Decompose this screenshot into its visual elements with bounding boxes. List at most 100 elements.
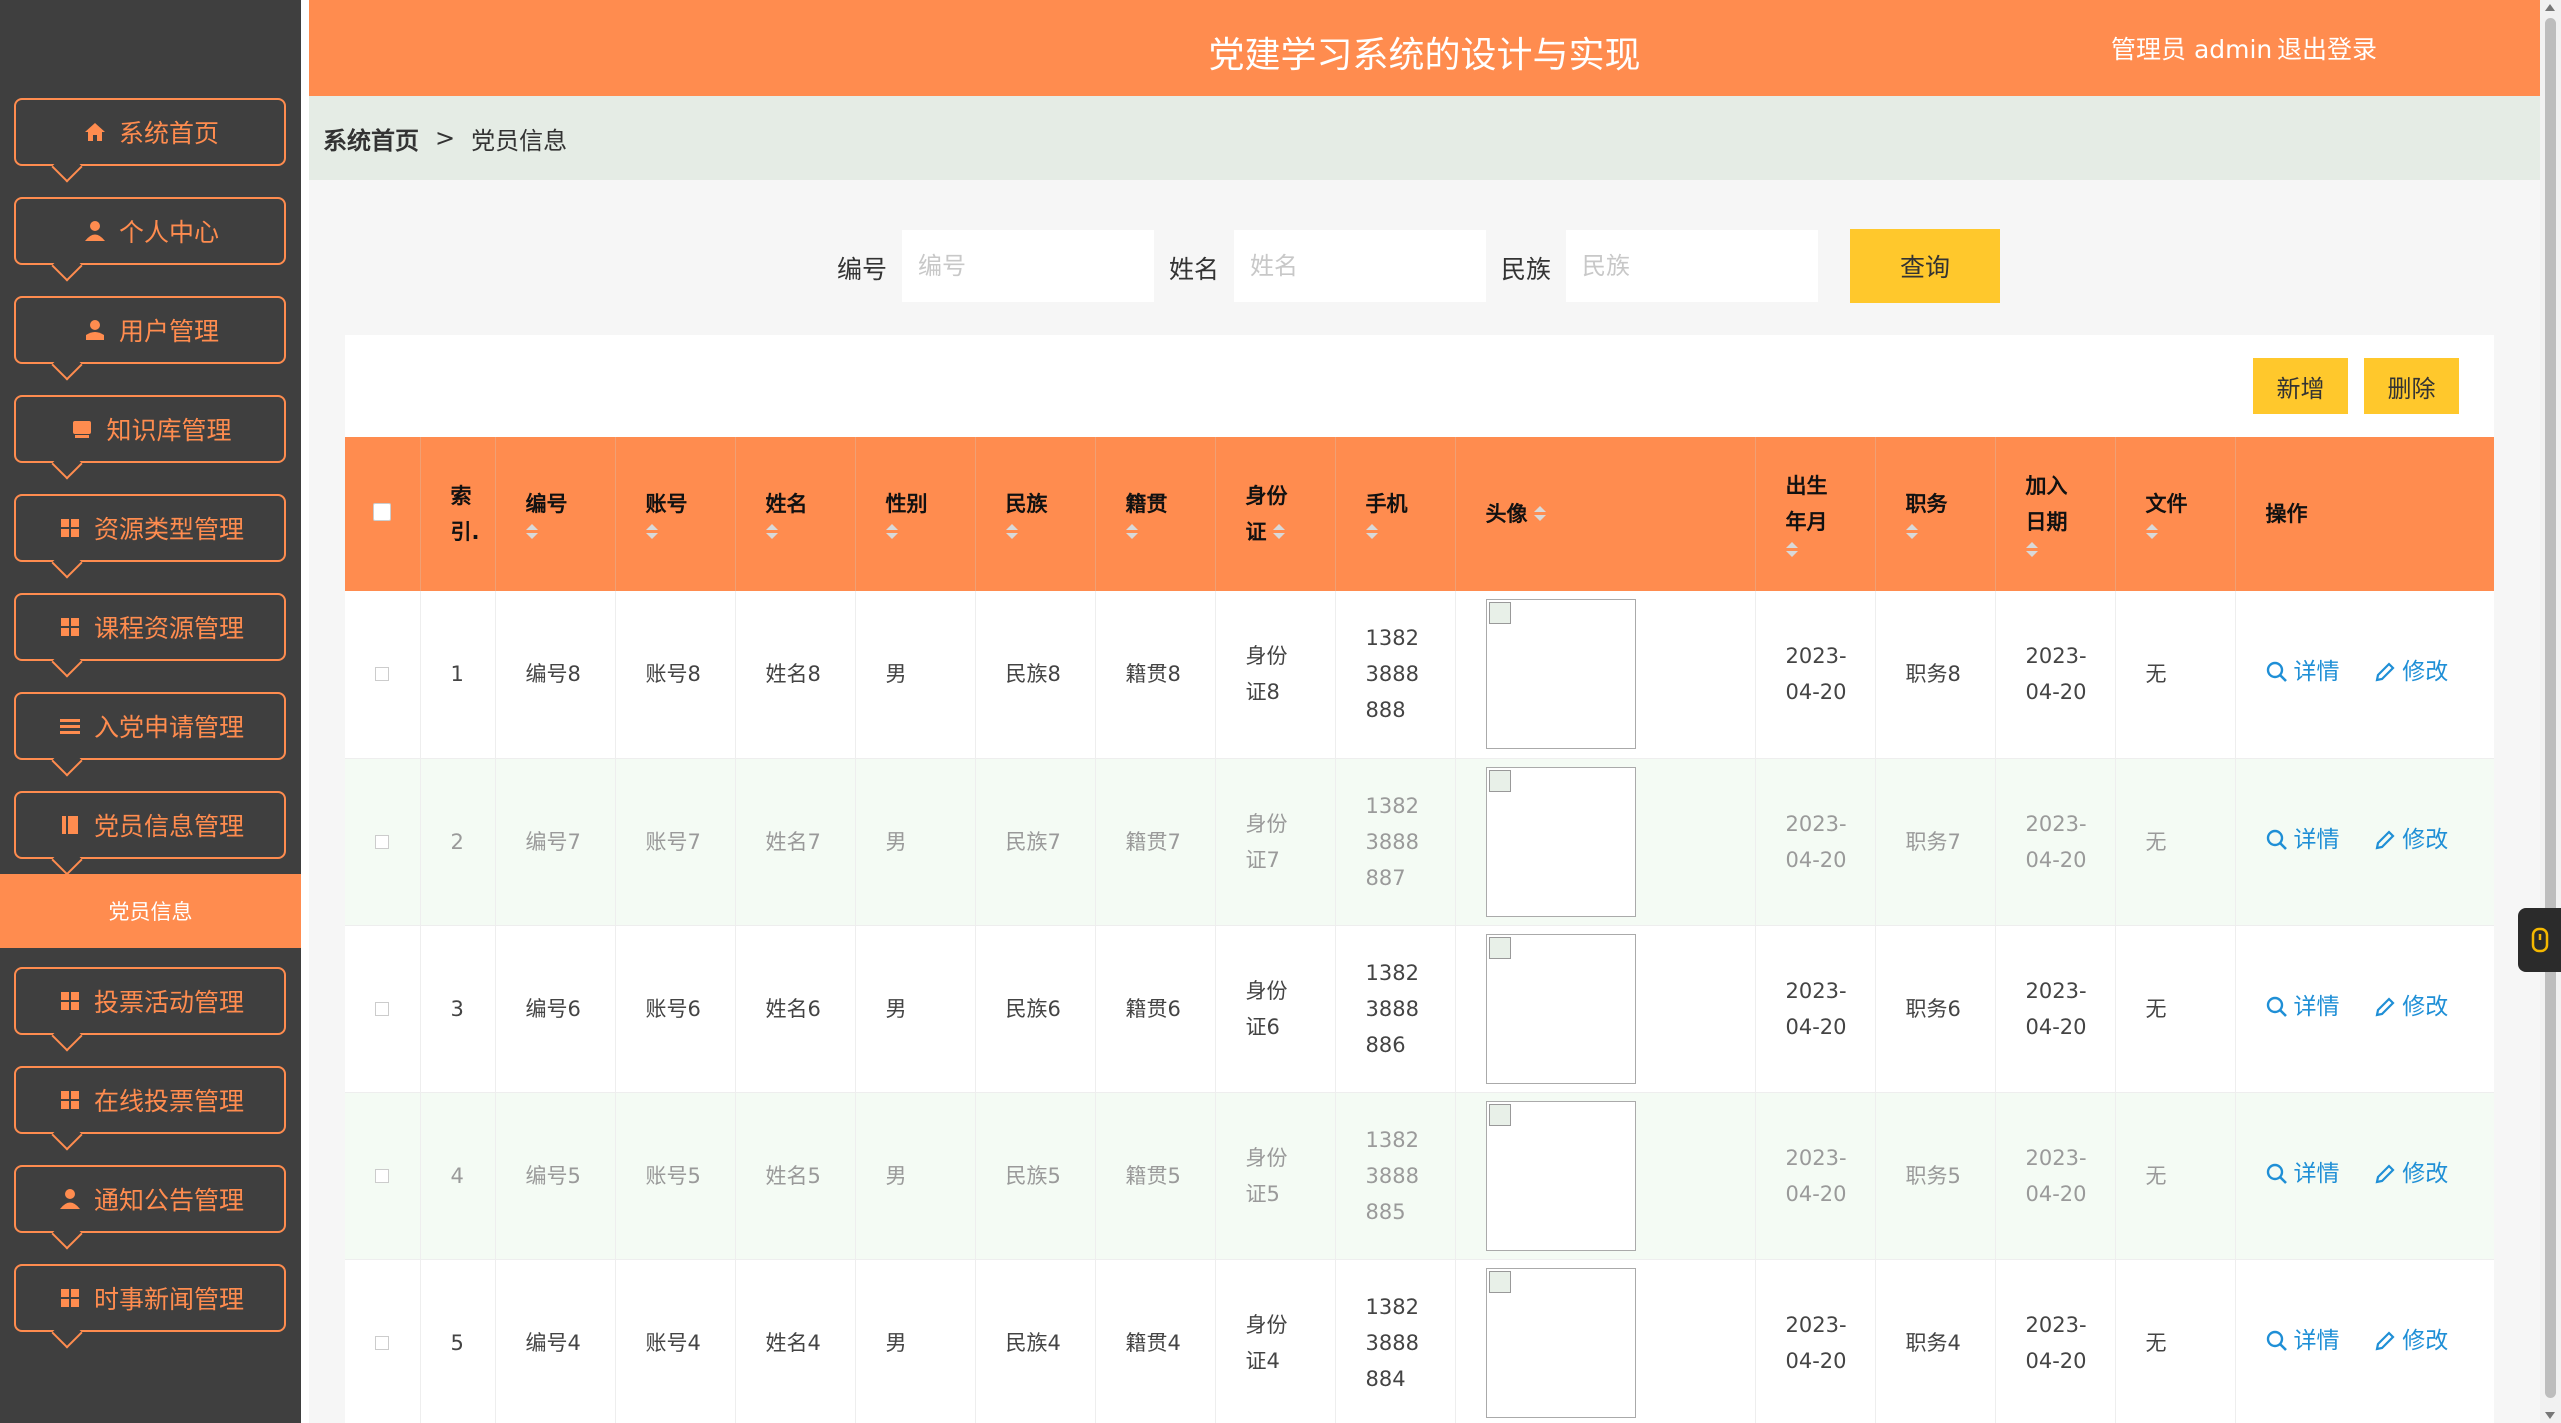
sidebar-item-label: 资源类型管理	[93, 515, 244, 544]
grid-icon	[56, 1086, 84, 1114]
col-phone[interactable]: 手机	[1335, 437, 1456, 591]
cell-ethnic: 民族5	[975, 1092, 1096, 1260]
col-gender[interactable]: 性别	[855, 437, 976, 591]
sort-icon[interactable]	[1785, 542, 1798, 560]
cell-idcard: 身份 证5	[1215, 1092, 1336, 1260]
col-code[interactable]: 编号	[495, 437, 616, 591]
breadcrumb-home[interactable]: 系统首页	[323, 121, 419, 156]
edit-link[interactable]: 修改	[2374, 1323, 2448, 1359]
col-account[interactable]: 账号	[615, 437, 736, 591]
avatar-image[interactable]	[1485, 766, 1636, 917]
search-input-code[interactable]	[902, 230, 1154, 302]
cell-join: 2023- 04-20	[1995, 925, 2116, 1093]
col-name[interactable]: 姓名	[735, 437, 856, 591]
edit-link[interactable]: 修改	[2374, 1156, 2448, 1192]
row-checkbox[interactable]	[375, 1335, 389, 1350]
edit-link[interactable]: 修改	[2374, 654, 2448, 690]
sort-icon[interactable]	[645, 524, 658, 542]
row-checkbox[interactable]	[375, 1168, 389, 1183]
sidebar-item-personal[interactable]: 个人中心	[14, 197, 286, 265]
cell-origin: 籍贯5	[1095, 1092, 1216, 1260]
scroll-up-arrow[interactable]	[2545, 4, 2555, 11]
logout-link[interactable]: 退出登录	[2277, 30, 2377, 66]
sidebar-subitem-member-info[interactable]: 党员信息	[0, 874, 301, 948]
sidebar-item-member-info[interactable]: 党员信息管理	[14, 791, 286, 859]
col-idcard[interactable]: 身份证	[1215, 437, 1336, 591]
cell-ethnic: 民族6	[975, 925, 1096, 1093]
sidebar-item-knowledge[interactable]: 知识库管理	[14, 395, 286, 463]
detail-link[interactable]: 详情	[2266, 1156, 2340, 1192]
scroll-thumb[interactable]	[2545, 18, 2556, 1398]
sidebar-item-notice[interactable]: 通知公告管理	[14, 1165, 286, 1233]
add-button[interactable]: 新增	[2253, 358, 2348, 414]
col-avatar[interactable]: 头像	[1455, 437, 1756, 591]
detail-link[interactable]: 详情	[2266, 989, 2340, 1025]
detail-link[interactable]: 详情	[2266, 1323, 2340, 1359]
sort-icon[interactable]	[765, 524, 778, 542]
cell-name: 姓名4	[735, 1259, 856, 1423]
delete-button[interactable]: 删除	[2364, 358, 2459, 414]
edit-link[interactable]: 修改	[2374, 822, 2448, 858]
row-checkbox[interactable]	[375, 834, 389, 849]
cell-account: 账号4	[615, 1259, 736, 1423]
row-checkbox[interactable]	[375, 1001, 389, 1016]
table-row: 1 编号8 账号8 姓名8 男 民族8 籍贯8 身份 证8 1382 3888 888…	[345, 591, 2494, 759]
avatar-image[interactable]	[1485, 1267, 1636, 1418]
select-all-checkbox[interactable]	[373, 503, 391, 521]
detail-link[interactable]: 详情	[2266, 654, 2340, 690]
floating-tool-button[interactable]	[2518, 908, 2561, 972]
sidebar-item-news[interactable]: 时事新闻管理	[14, 1264, 286, 1332]
cell-origin: 籍贯8	[1095, 591, 1216, 759]
sidebar-item-resource-type[interactable]: 资源类型管理	[14, 494, 286, 562]
cell-code: 编号8	[495, 591, 616, 759]
edit-link[interactable]: 修改	[2374, 989, 2448, 1025]
col-origin[interactable]: 籍贯	[1095, 437, 1216, 591]
col-join[interactable]: 加入 日期	[1995, 437, 2116, 591]
sidebar-item-users[interactable]: 用户管理	[14, 296, 286, 364]
sort-icon[interactable]	[525, 524, 538, 542]
sidebar-item-vote-activity[interactable]: 投票活动管理	[14, 967, 286, 1035]
sort-icon[interactable]	[885, 524, 898, 542]
sort-icon[interactable]	[2145, 524, 2158, 542]
sidebar-item-label: 在线投票管理	[93, 1087, 244, 1116]
scroll-down-arrow[interactable]	[2545, 1412, 2555, 1419]
detail-link[interactable]: 详情	[2266, 822, 2340, 858]
col-op: 操作	[2265, 502, 2308, 526]
sort-icon[interactable]	[1005, 524, 1018, 542]
avatar-image[interactable]	[1485, 599, 1636, 750]
col-duty[interactable]: 职务	[1875, 437, 1996, 591]
sort-icon[interactable]	[2025, 542, 2038, 560]
cell-index: 1	[420, 591, 496, 759]
cell-gender: 男	[855, 591, 976, 759]
cell-phone: 1382 3888 887	[1335, 758, 1456, 926]
query-button[interactable]: 查询	[1850, 229, 2000, 303]
sort-icon[interactable]	[1272, 524, 1285, 542]
col-ethnic[interactable]: 民族	[975, 437, 1096, 591]
table-row: 2 编号7 账号7 姓名7 男 民族7 籍贯7 身份 证7 1382 3888 887…	[345, 758, 2494, 926]
sort-icon[interactable]	[1365, 524, 1378, 542]
avatar-image[interactable]	[1485, 1100, 1636, 1251]
cell-duty: 职务4	[1875, 1259, 1996, 1423]
vertical-scrollbar[interactable]	[2540, 0, 2561, 1423]
grid-icon	[56, 514, 84, 542]
search-input-ethnic[interactable]	[1566, 230, 1818, 302]
sort-icon[interactable]	[1533, 506, 1546, 524]
avatar-image[interactable]	[1485, 933, 1636, 1084]
sort-icon[interactable]	[1125, 524, 1138, 542]
search-icon	[2266, 662, 2287, 683]
search-input-name[interactable]	[1234, 230, 1486, 302]
cell-code: 编号7	[495, 758, 616, 926]
col-file[interactable]: 文件	[2115, 437, 2236, 591]
sort-icon[interactable]	[1905, 524, 1918, 542]
sidebar-item-course-resource[interactable]: 课程资源管理	[14, 593, 286, 661]
col-index: 索引.	[420, 437, 496, 591]
col-birth[interactable]: 出生 年月	[1755, 437, 1876, 591]
row-checkbox[interactable]	[375, 667, 389, 682]
sidebar-item-home[interactable]: 系统首页	[14, 98, 286, 166]
sidebar-item-application[interactable]: 入党申请管理	[14, 692, 286, 760]
sidebar: 系统首页 个人中心 用户管理 知识库管理 资源类型管理 课程资源管理 入党申请管…	[0, 0, 301, 1423]
cell-code: 编号6	[495, 925, 616, 1093]
sidebar-item-label: 时事新闻管理	[93, 1285, 244, 1314]
search-label-name: 姓名	[1169, 255, 1220, 284]
sidebar-item-online-vote[interactable]: 在线投票管理	[14, 1066, 286, 1134]
